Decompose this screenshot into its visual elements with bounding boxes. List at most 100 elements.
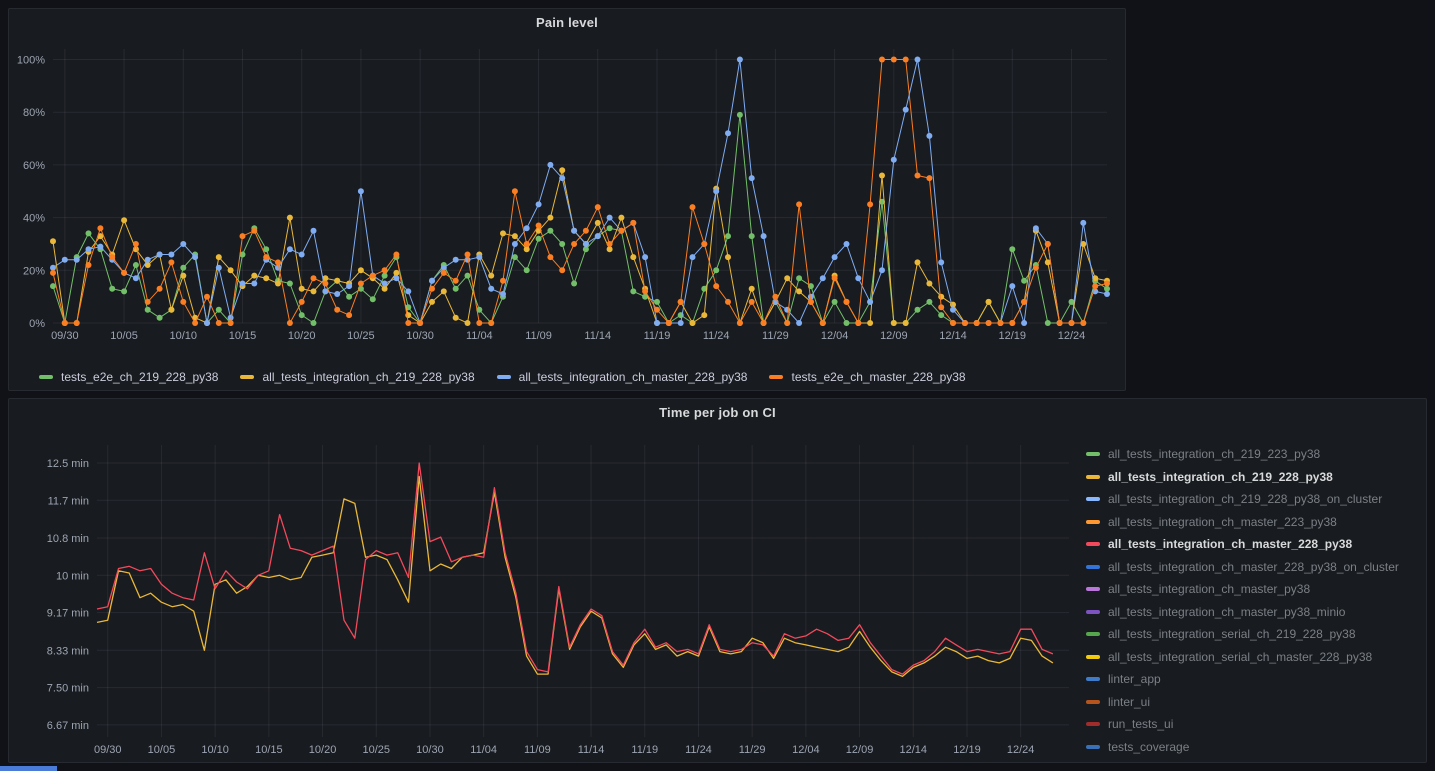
data-point[interactable] xyxy=(334,291,340,297)
legend-item[interactable]: tests_coverage xyxy=(1086,736,1421,759)
data-point[interactable] xyxy=(382,273,388,279)
data-point[interactable] xyxy=(832,299,838,305)
data-point[interactable] xyxy=(690,204,696,210)
data-point[interactable] xyxy=(393,270,399,276)
data-point[interactable] xyxy=(287,215,293,221)
data-point[interactable] xyxy=(524,267,530,273)
data-point[interactable] xyxy=(168,259,174,265)
legend-item[interactable]: all_tests_integration_ch_219_228_py38 xyxy=(1086,466,1421,489)
data-point[interactable] xyxy=(820,320,826,326)
data-point[interactable] xyxy=(86,262,92,268)
data-point[interactable] xyxy=(121,217,127,223)
data-point[interactable] xyxy=(86,246,92,252)
data-point[interactable] xyxy=(926,281,932,287)
data-point[interactable] xyxy=(879,57,885,63)
data-point[interactable] xyxy=(287,281,293,287)
data-point[interactable] xyxy=(311,275,317,281)
data-point[interactable] xyxy=(844,241,850,247)
data-point[interactable] xyxy=(133,275,139,281)
data-point[interactable] xyxy=(382,267,388,273)
data-point[interactable] xyxy=(97,225,103,231)
data-point[interactable] xyxy=(429,278,435,284)
data-point[interactable] xyxy=(926,175,932,181)
legend-item[interactable]: all_tests_integration_ch_master_228_py38 xyxy=(1086,533,1421,556)
data-point[interactable] xyxy=(86,230,92,236)
panel-title-pain-level[interactable]: Pain level xyxy=(9,9,1125,37)
data-point[interactable] xyxy=(405,288,411,294)
legend-item[interactable]: linter_app xyxy=(1086,668,1421,691)
data-point[interactable] xyxy=(1009,320,1015,326)
data-point[interactable] xyxy=(607,246,613,252)
data-point[interactable] xyxy=(725,130,731,136)
data-point[interactable] xyxy=(50,265,56,271)
data-point[interactable] xyxy=(974,320,980,326)
data-point[interactable] xyxy=(642,288,648,294)
data-point[interactable] xyxy=(62,257,68,263)
data-point[interactable] xyxy=(678,320,684,326)
data-point[interactable] xyxy=(157,252,163,258)
data-point[interactable] xyxy=(820,275,826,281)
data-point[interactable] xyxy=(429,299,435,305)
data-point[interactable] xyxy=(240,233,246,239)
data-point[interactable] xyxy=(263,275,269,281)
data-point[interactable] xyxy=(311,288,317,294)
data-point[interactable] xyxy=(1009,246,1015,252)
data-point[interactable] xyxy=(251,228,257,234)
legend-item[interactable]: tests_e2e_ch_master_228_py38 xyxy=(769,370,965,384)
data-point[interactable] xyxy=(701,312,707,318)
data-point[interactable] xyxy=(737,112,743,118)
data-point[interactable] xyxy=(370,273,376,279)
data-point[interactable] xyxy=(275,281,281,287)
data-point[interactable] xyxy=(453,278,459,284)
data-point[interactable] xyxy=(133,241,139,247)
data-point[interactable] xyxy=(441,265,447,271)
data-point[interactable] xyxy=(50,270,56,276)
data-point[interactable] xyxy=(654,299,660,305)
data-point[interactable] xyxy=(1057,320,1063,326)
data-point[interactable] xyxy=(867,299,873,305)
data-point[interactable] xyxy=(429,286,435,292)
data-point[interactable] xyxy=(465,320,471,326)
data-point[interactable] xyxy=(547,162,553,168)
data-point[interactable] xyxy=(453,315,459,321)
data-point[interactable] xyxy=(216,307,222,313)
data-point[interactable] xyxy=(476,320,482,326)
data-point[interactable] xyxy=(844,299,850,305)
data-point[interactable] xyxy=(346,283,352,289)
data-point[interactable] xyxy=(97,244,103,250)
data-point[interactable] xyxy=(903,57,909,63)
data-point[interactable] xyxy=(559,167,565,173)
data-point[interactable] xyxy=(607,215,613,221)
data-point[interactable] xyxy=(109,254,115,260)
data-point[interactable] xyxy=(879,173,885,179)
data-point[interactable] xyxy=(962,320,968,326)
data-point[interactable] xyxy=(500,278,506,284)
data-point[interactable] xyxy=(180,265,186,271)
data-point[interactable] xyxy=(903,107,909,113)
data-point[interactable] xyxy=(62,320,68,326)
data-point[interactable] xyxy=(346,312,352,318)
legend-item[interactable]: run_tests_ui xyxy=(1086,713,1421,736)
legend-item[interactable]: linter_ui xyxy=(1086,691,1421,714)
data-point[interactable] xyxy=(618,215,624,221)
data-point[interactable] xyxy=(938,294,944,300)
data-point[interactable] xyxy=(1033,225,1039,231)
data-point[interactable] xyxy=(417,320,423,326)
data-point[interactable] xyxy=(1009,283,1015,289)
legend-item[interactable]: all_tests_integration_ch_219_223_py38 xyxy=(1086,443,1421,466)
data-point[interactable] xyxy=(547,215,553,221)
data-point[interactable] xyxy=(133,262,139,268)
data-point[interactable] xyxy=(180,241,186,247)
panel-title-time-per-job[interactable]: Time per job on CI xyxy=(9,399,1426,427)
data-point[interactable] xyxy=(1033,265,1039,271)
data-point[interactable] xyxy=(618,228,624,234)
data-point[interactable] xyxy=(405,320,411,326)
data-point[interactable] xyxy=(524,246,530,252)
data-point[interactable] xyxy=(571,228,577,234)
data-point[interactable] xyxy=(121,270,127,276)
data-point[interactable] xyxy=(512,188,518,194)
data-point[interactable] xyxy=(393,252,399,258)
data-point[interactable] xyxy=(547,254,553,260)
data-point[interactable] xyxy=(701,241,707,247)
data-point[interactable] xyxy=(583,228,589,234)
